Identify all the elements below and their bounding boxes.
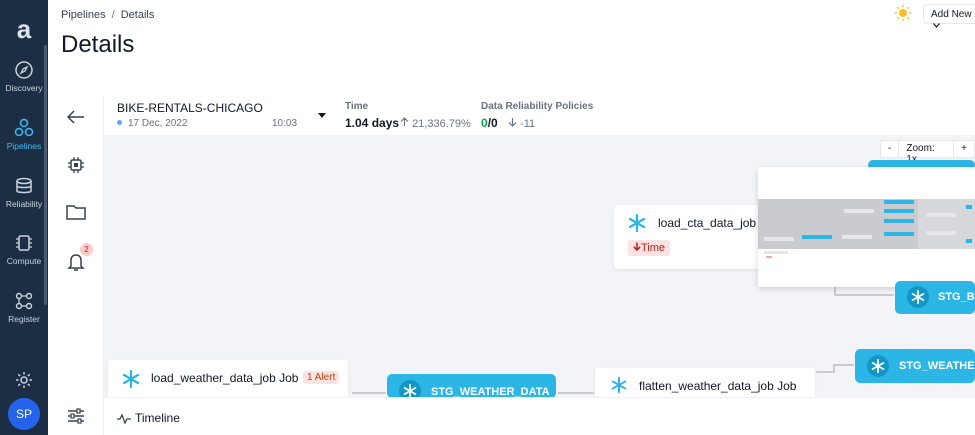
policies-label: Data Reliability Policies xyxy=(481,101,594,112)
nav-item-discovery[interactable]: Discovery xyxy=(0,60,48,93)
arrow-down-icon xyxy=(633,242,641,252)
folder-tool-button[interactable] xyxy=(48,204,104,225)
activity-icon xyxy=(117,413,131,425)
theme-toggle[interactable] xyxy=(894,4,912,27)
chip-icon xyxy=(16,235,32,251)
nav-label-register: Register xyxy=(8,314,40,324)
node-load-cta[interactable]: load_cta_data_job xyxy=(614,205,764,269)
snowflake-icon xyxy=(611,377,627,393)
breadcrumb-pipelines[interactable]: Pipelines xyxy=(61,9,106,21)
arrow-down-icon xyxy=(508,118,517,127)
policies-total: /0 xyxy=(487,116,498,130)
snowflake-icon xyxy=(871,359,885,373)
zoom-controls: - Zoom: 1x + xyxy=(880,140,975,165)
folder-icon xyxy=(66,205,86,220)
time-label: Time xyxy=(345,101,369,112)
user-avatar[interactable]: SP xyxy=(8,398,40,430)
add-new-label: Add New xyxy=(931,9,972,20)
breadcrumb-separator: / xyxy=(111,9,115,21)
policies-pass-count: 0 xyxy=(481,116,488,130)
arrow-left-icon xyxy=(66,110,84,124)
app-logo[interactable]: a xyxy=(0,14,48,45)
alerts-tool-button[interactable] xyxy=(48,252,104,277)
back-button[interactable] xyxy=(48,110,104,129)
minimap-preview xyxy=(758,199,975,258)
status-dot xyxy=(117,120,122,125)
zoom-level: Zoom: 1x xyxy=(899,141,955,165)
sun-icon xyxy=(895,5,911,21)
nav-item-pipelines[interactable]: Pipelines xyxy=(0,118,48,151)
page-title: Details xyxy=(61,31,135,58)
pipeline-name[interactable]: BIKE-RENTALS-CHICAGO xyxy=(117,101,263,115)
nav-label-pipelines: Pipelines xyxy=(6,141,42,151)
nav-item-compute[interactable]: Compute xyxy=(0,233,48,266)
node-stg-weather-right-label: STG_WEATHER xyxy=(899,360,975,372)
pipeline-dropdown-caret[interactable] xyxy=(318,113,326,118)
alert-tag[interactable]: 1 Alert xyxy=(303,371,340,384)
nav-label-discovery: Discovery xyxy=(5,83,43,93)
nav-label-compute: Compute xyxy=(6,256,42,266)
snowflake-icon xyxy=(122,370,140,388)
tool-column xyxy=(48,96,104,435)
snowflake-icon xyxy=(403,384,417,398)
time-value: 1.04 days xyxy=(345,116,400,130)
pipeline-date: 17 Dec, 2022 xyxy=(117,118,188,129)
node-stg-weather-right[interactable]: STG_WEATHER xyxy=(855,349,975,383)
timeline-toggle[interactable]: Timeline xyxy=(117,411,180,425)
pipelines-icon xyxy=(14,118,34,137)
add-new-button[interactable]: Add New xyxy=(923,4,975,28)
minimap[interactable] xyxy=(758,167,975,287)
zoom-out-button[interactable]: - xyxy=(881,141,900,157)
pipeline-date-text: 17 Dec, 2022 xyxy=(128,118,188,129)
database-icon xyxy=(16,177,32,194)
node-stg-b[interactable]: STG_B xyxy=(895,281,975,314)
time-delta-text: 21,336.79% xyxy=(412,118,471,130)
compute-tool-button[interactable] xyxy=(48,156,104,179)
snowflake-icon xyxy=(911,290,925,304)
nav-settings[interactable] xyxy=(0,370,48,393)
node-stg-b-label: STG_B xyxy=(938,291,975,303)
time-warning-tag: Time xyxy=(628,240,671,256)
settings-tool-button[interactable] xyxy=(48,408,104,429)
node-flatten-weather[interactable]: flatten_weather_data_job Job xyxy=(595,368,815,400)
node-flatten-weather-label: flatten_weather_data_job Job xyxy=(639,379,797,393)
nav-item-register[interactable]: Register xyxy=(0,291,48,324)
policies-delta-text: -11 xyxy=(520,118,536,130)
bottom-bar xyxy=(104,397,975,435)
snowflake-icon xyxy=(628,214,646,232)
policies-delta: -11 xyxy=(508,117,535,130)
zoom-in-button[interactable]: + xyxy=(954,141,974,157)
arrow-up-icon xyxy=(400,117,409,126)
nav-label-reliability: Reliability xyxy=(5,199,43,209)
gear-icon xyxy=(16,372,32,388)
nav-item-reliability[interactable]: Reliability xyxy=(0,176,48,209)
chevron-down-icon xyxy=(933,23,940,28)
pipeline-time: 10:03 xyxy=(272,118,298,129)
node-load-cta-label: load_cta_data_job xyxy=(658,216,757,230)
breadcrumb-details: Details xyxy=(120,9,155,21)
compass-icon xyxy=(15,61,33,79)
cpu-icon xyxy=(68,157,84,173)
left-nav: a Discovery Pipelines Reliability Comput… xyxy=(0,0,48,435)
timeline-label: Timeline xyxy=(135,411,180,425)
register-icon xyxy=(15,292,33,310)
breadcrumb: Pipelines / Details xyxy=(61,9,154,21)
time-delta: 21,336.79% xyxy=(400,117,471,130)
policies-value: 0/0 xyxy=(481,116,498,130)
alert-count-badge: 2 xyxy=(80,243,93,256)
node-load-weather-label: load_weather_data_job Job xyxy=(151,371,299,385)
sliders-icon xyxy=(68,408,84,424)
time-warning-text: Time xyxy=(641,242,666,254)
node-stg-weather-data[interactable]: STG_WEATHER_DATA xyxy=(387,374,556,398)
